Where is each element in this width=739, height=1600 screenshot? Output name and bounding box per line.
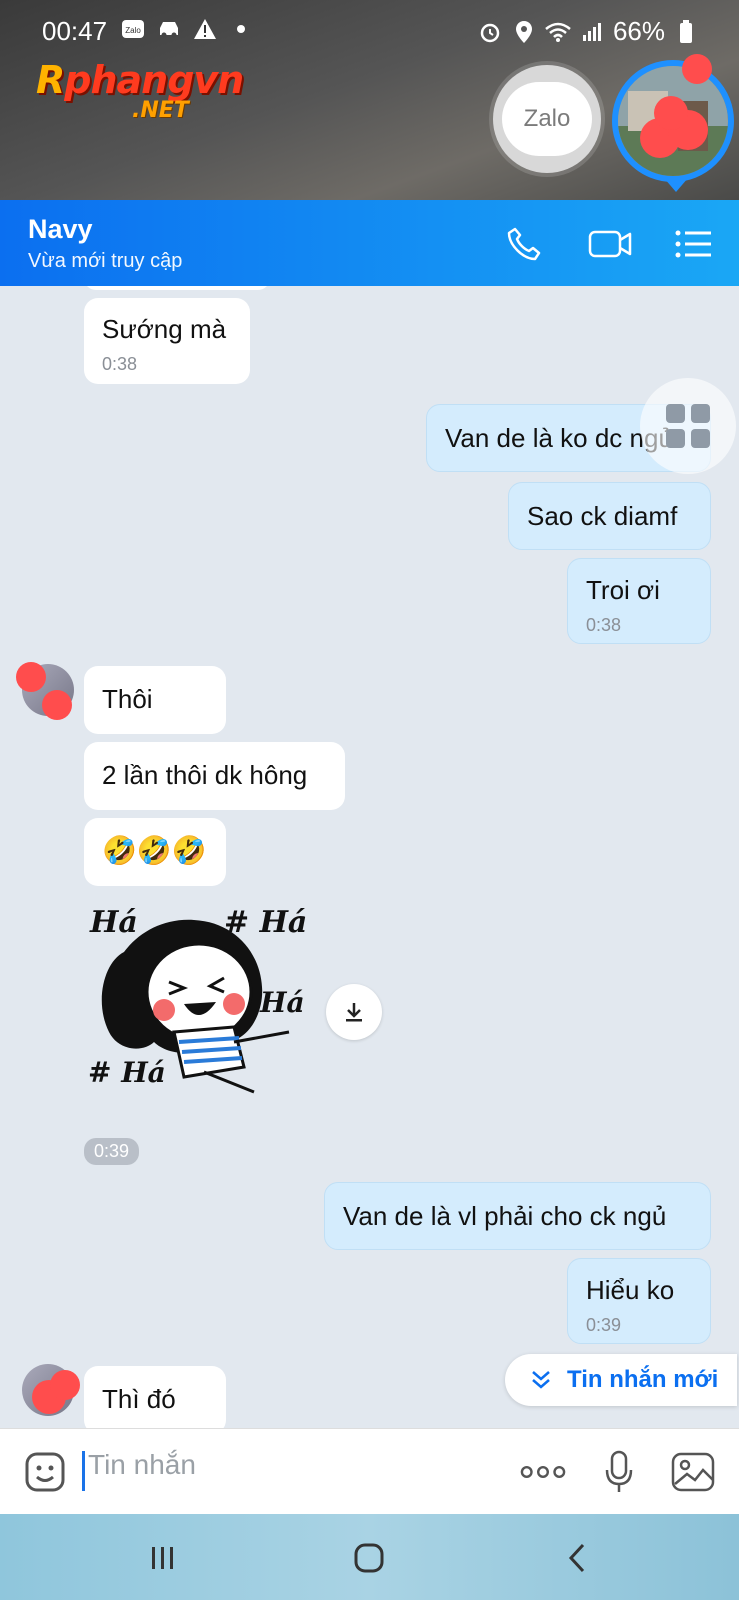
car-icon (156, 18, 182, 40)
message-bubble-outgoing[interactable]: Troi ơi 0:38 (567, 558, 711, 644)
message-text: Van de là ko dc ngủ (445, 423, 673, 453)
contact-status: Vừa mới truy cập (28, 250, 183, 272)
quick-actions-button[interactable] (640, 378, 736, 474)
message-bubble-incoming[interactable]: 2 lần thôi dk hông (84, 742, 345, 810)
message-text: Thôi (102, 684, 153, 714)
redaction-dot (16, 662, 46, 692)
message-time: 0:39 (586, 1315, 622, 1335)
redaction-dot (50, 1370, 80, 1400)
wifi-icon (545, 21, 571, 43)
menu-icon[interactable] (672, 222, 716, 266)
laughing-girl-sticker: Há # Há Há # Há (88, 905, 307, 1094)
battery-icon (673, 19, 699, 43)
message-text: Sướng mà (102, 314, 227, 344)
contact-name[interactable]: Navy (28, 214, 93, 245)
svg-text:Há: Há (89, 905, 138, 940)
message-list[interactable]: Sướng mà 0:38 Van de là ko dc ngủ Sao ck… (0, 286, 739, 1428)
message-bubble-outgoing[interactable]: Van de là vl phải cho ck ngủ (324, 1182, 711, 1250)
home-icon[interactable] (344, 1536, 394, 1580)
download-button[interactable] (326, 984, 382, 1040)
download-icon (346, 1003, 362, 1022)
message-input[interactable]: Tin nhắn (82, 1449, 382, 1493)
system-navigation-bar (0, 1514, 739, 1600)
location-icon (511, 20, 537, 43)
recent-apps-icon[interactable] (138, 1536, 188, 1580)
sticker-message[interactable]: Há # Há Há # Há (84, 892, 314, 1102)
message-text: Troi ơi (586, 575, 660, 605)
message-text: Sao ck diamf (527, 501, 678, 531)
system-icons: 66% (477, 16, 699, 47)
double-chevron-down-icon (532, 1371, 550, 1389)
back-icon[interactable] (552, 1536, 602, 1580)
svg-text:Há: Há (259, 986, 305, 1019)
sticker-time: 0:39 (84, 1138, 140, 1165)
message-time: 0:38 (586, 615, 622, 635)
svg-text:# Há: # Há (88, 1056, 166, 1089)
message-text: Thì đó (102, 1384, 176, 1414)
message-text: Van de là vl phải cho ck ngủ (343, 1201, 667, 1231)
voice-call-icon[interactable] (502, 222, 546, 266)
battery-percent: 66% (612, 16, 665, 46)
new-messages-label: Tin nhắn mới (567, 1366, 719, 1393)
message-bubble-outgoing[interactable]: Sao ck diamf (508, 482, 711, 550)
watermark-logo: Rphangvn .NET (36, 58, 244, 123)
svg-text:# Há: # Há (224, 905, 307, 940)
status-time: 00:47 (42, 16, 108, 46)
message-bubble-partial (84, 286, 270, 290)
grid-icon (666, 404, 710, 448)
alarm-icon (477, 21, 503, 43)
message-bubble-incoming[interactable]: Thôi (84, 666, 226, 734)
svg-text:Zalo: Zalo (125, 26, 141, 35)
emoji-icon[interactable] (22, 1449, 68, 1495)
zalo-chat-head-label: Zalo (502, 82, 592, 156)
new-messages-button[interactable]: Tin nhắn mới (505, 1354, 737, 1406)
message-text: 🤣🤣🤣 (102, 835, 207, 866)
dot-icon (228, 18, 254, 40)
zalo-chat-head[interactable]: Zalo (493, 65, 601, 173)
message-time: 0:38 (102, 354, 138, 374)
redaction-dot (42, 690, 72, 720)
chat-head-pointer (664, 178, 688, 192)
message-bubble-incoming[interactable]: 🤣🤣🤣 (84, 818, 226, 886)
redaction-dot (682, 54, 712, 84)
message-text: Hiểu ko (586, 1275, 675, 1305)
chat-header: Navy Vừa mới truy cập (0, 200, 739, 286)
signal-icon (579, 21, 605, 43)
microphone-icon[interactable] (596, 1449, 642, 1495)
warning-icon (192, 18, 218, 40)
more-options-icon[interactable] (520, 1449, 566, 1495)
redaction-dot (654, 96, 688, 130)
composer-bar: Tin nhắn (0, 1428, 739, 1514)
message-text: 2 lần thôi dk hông (102, 760, 308, 790)
zalo-notification-icon: Zalo (120, 18, 146, 40)
image-picker-icon[interactable] (670, 1449, 716, 1495)
video-call-icon[interactable] (588, 222, 632, 266)
message-bubble-outgoing[interactable]: Hiểu ko 0:39 (567, 1258, 711, 1344)
status-bar: 00:47 Zalo 66% (0, 0, 739, 60)
notification-icons: Zalo (120, 18, 254, 40)
message-bubble-incoming[interactable]: Thì đó (84, 1366, 226, 1428)
message-bubble-incoming[interactable]: Sướng mà 0:38 (84, 298, 250, 384)
